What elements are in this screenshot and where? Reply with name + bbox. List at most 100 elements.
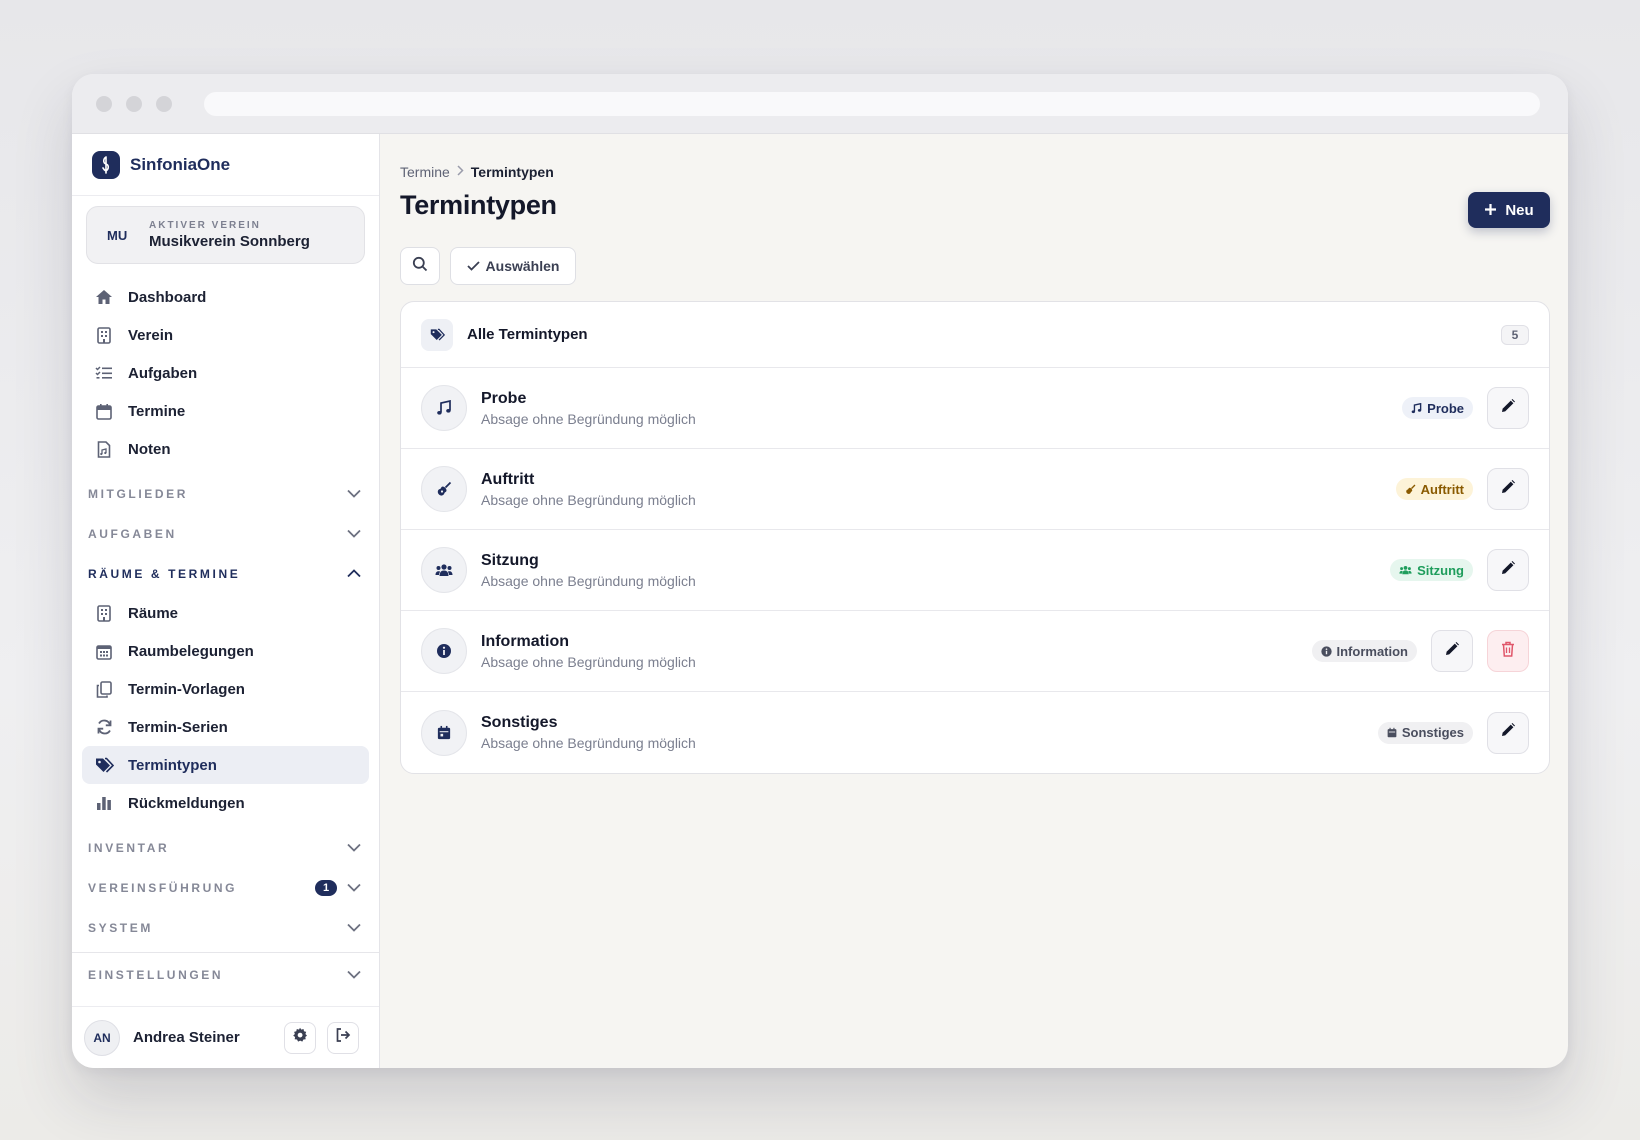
- section-vereinsfuehrung[interactable]: VEREINSFÜHRUNG 1: [72, 868, 379, 908]
- active-verein-card[interactable]: MU AKTIVER VEREIN Musikverein Sonnberg: [86, 206, 365, 264]
- edit-button[interactable]: [1431, 630, 1473, 672]
- section-title: VEREINSFÜHRUNG: [88, 881, 238, 895]
- logout-button[interactable]: [327, 1021, 359, 1054]
- section-system[interactable]: SYSTEM: [72, 908, 379, 948]
- chevron-down-icon: [347, 485, 361, 503]
- window-titlebar: [72, 74, 1568, 134]
- main-content: Termine Termintypen Termintypen Neu Ausw…: [380, 134, 1568, 1068]
- calendar-icon: [421, 709, 467, 756]
- music-note-icon: [1411, 402, 1422, 413]
- breadcrumb-parent[interactable]: Termine: [400, 164, 450, 180]
- section-einstellungen[interactable]: EINSTELLUNGEN: [72, 955, 379, 995]
- logo-icon: [92, 150, 120, 179]
- verein-name: Musikverein Sonnberg: [149, 233, 310, 250]
- tag-label: Auftritt: [1420, 481, 1464, 497]
- edit-button[interactable]: [1487, 549, 1529, 591]
- sidebar-item-label: Verein: [128, 326, 174, 344]
- section-title: MITGLIEDER: [88, 487, 188, 501]
- section-aufgaben[interactable]: AUFGABEN: [72, 514, 379, 554]
- chevron-up-icon: [347, 565, 361, 583]
- select-button[interactable]: Auswählen: [450, 247, 576, 285]
- new-button[interactable]: Neu: [1468, 192, 1550, 228]
- search-icon: [412, 256, 428, 277]
- edit-button[interactable]: [1487, 468, 1529, 510]
- guitar-icon: [1405, 484, 1416, 494]
- sidebar-item-label: Termin-Vorlagen: [128, 680, 245, 698]
- calendar-icon: [94, 401, 114, 421]
- item-title: Information: [481, 632, 569, 650]
- sidebar-item-termine[interactable]: Termine: [82, 392, 369, 430]
- bar-chart-icon: [94, 793, 114, 813]
- item-subtitle: Absage ohne Begründung möglich: [481, 572, 696, 589]
- termintypen-list: Alle Termintypen 5 Probe Absage ohne Beg…: [400, 301, 1550, 774]
- sidebar-item-termin-serien[interactable]: Termin-Serien: [82, 708, 369, 746]
- sidebar-item-termin-vorlagen[interactable]: Termin-Vorlagen: [82, 670, 369, 708]
- list-item[interactable]: Probe Absage ohne Begründung möglich Pro…: [401, 368, 1549, 449]
- sidebar-item-noten[interactable]: Noten: [82, 430, 369, 468]
- section-inventar[interactable]: INVENTAR: [72, 828, 379, 868]
- pencil-icon: [1500, 722, 1516, 743]
- tag-label: Information: [1336, 643, 1409, 659]
- document-icon: [94, 439, 114, 459]
- section-title: EINSTELLUNGEN: [88, 968, 224, 982]
- search-button[interactable]: [400, 247, 440, 285]
- music-note-icon: [421, 385, 467, 431]
- browser-window: SinfoniaOne MU AKTIVER VEREIN Musikverei…: [72, 74, 1568, 1068]
- sidebar-item-dashboard[interactable]: Dashboard: [82, 278, 369, 316]
- tag-label: Sonstiges: [1401, 725, 1464, 740]
- chevron-down-icon: [347, 879, 361, 897]
- address-bar[interactable]: [204, 91, 1540, 116]
- list-item[interactable]: Sitzung Absage ohne Begründung möglich S…: [401, 530, 1549, 611]
- chevron-down-icon: [347, 839, 361, 857]
- calendar-grid-icon: [94, 641, 114, 661]
- breadcrumb-current: Termintypen: [470, 164, 554, 180]
- settings-button[interactable]: [284, 1021, 316, 1054]
- guitar-icon: [421, 466, 467, 512]
- info-icon: [421, 628, 467, 674]
- sidebar-item-label: Dashboard: [128, 288, 207, 306]
- close-window-dot[interactable]: [96, 95, 112, 112]
- tag-label: Probe: [1427, 400, 1464, 416]
- sidebar-item-verein[interactable]: Verein: [82, 316, 369, 354]
- item-title: Sitzung: [481, 551, 539, 569]
- sidebar-item-rueckmeldungen[interactable]: Rückmeldungen: [82, 784, 369, 822]
- select-button-label: Auswählen: [485, 258, 560, 274]
- info-icon: [1320, 645, 1332, 657]
- refresh-icon: [94, 717, 114, 737]
- brand[interactable]: SinfoniaOne: [72, 134, 379, 196]
- minimize-window-dot[interactable]: [126, 95, 142, 112]
- building-icon: [94, 325, 114, 345]
- edit-button[interactable]: [1487, 711, 1529, 754]
- list-item[interactable]: Information Absage ohne Begründung mögli…: [401, 611, 1549, 692]
- trash-icon: [1501, 641, 1515, 662]
- delete-button[interactable]: [1487, 630, 1529, 672]
- item-subtitle: Absage ohne Begründung möglich: [481, 491, 696, 508]
- list-icon: [94, 363, 114, 383]
- type-tag: Information: [1311, 640, 1417, 662]
- list-item[interactable]: Auftritt Absage ohne Begründung möglich …: [401, 449, 1549, 530]
- divider: [72, 952, 379, 953]
- copy-icon: [94, 679, 114, 699]
- list-item[interactable]: Sonstiges Absage ohne Begründung möglich…: [401, 692, 1549, 773]
- section-mitglieder[interactable]: MITGLIEDER: [72, 474, 379, 514]
- sidebar-item-raumbelegungen[interactable]: Raumbelegungen: [82, 632, 369, 670]
- sidebar-item-raeume[interactable]: Räume: [82, 594, 369, 632]
- edit-button[interactable]: [1487, 387, 1529, 429]
- sidebar-item-label: Termine: [128, 402, 186, 420]
- section-raeume-termine[interactable]: RÄUME & TERMINE: [72, 554, 379, 594]
- sidebar-item-label: Räume: [128, 604, 179, 622]
- type-tag: Sitzung: [1390, 559, 1473, 581]
- sidebar-item-label: Raumbelegungen: [128, 642, 254, 660]
- chevron-down-icon: [347, 525, 361, 543]
- zoom-window-dot[interactable]: [156, 95, 172, 112]
- section-title: RÄUME & TERMINE: [88, 567, 241, 581]
- chevron-down-icon: [347, 966, 361, 984]
- sidebar-item-aufgaben[interactable]: Aufgaben: [82, 354, 369, 392]
- item-title: Sonstiges: [481, 714, 558, 731]
- item-subtitle: Absage ohne Begründung möglich: [481, 653, 696, 670]
- avatar[interactable]: AN: [84, 1019, 120, 1056]
- building-icon: [94, 603, 114, 623]
- sidebar-item-termintypen[interactable]: Termintypen: [82, 746, 369, 784]
- calendar-icon: [1387, 727, 1397, 738]
- sidebar-nav: Dashboard Verein Aufgaben Termine Noten: [72, 264, 379, 995]
